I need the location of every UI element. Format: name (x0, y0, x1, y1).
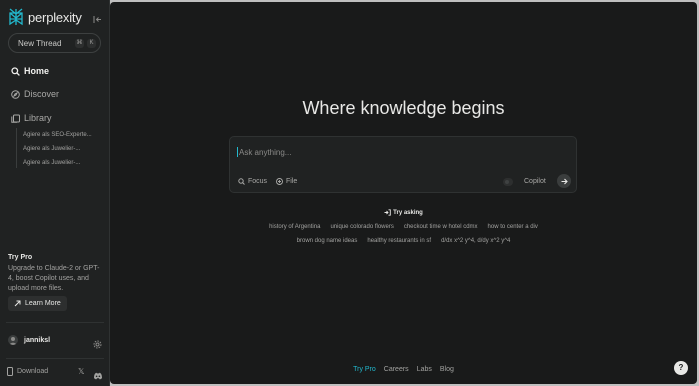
command-key-badge: ⌘ (75, 39, 84, 48)
footer-link-blog[interactable]: Blog (440, 366, 454, 373)
sign-in-arrow-icon (384, 209, 391, 216)
username: janniksl (24, 336, 51, 344)
perplexity-logo-icon (9, 8, 23, 26)
try-pro-text: Upgrade to Claude-2 or GPT-4, boost Copi… (8, 265, 100, 292)
avatar (8, 335, 18, 345)
compass-icon (11, 89, 20, 99)
search-input[interactable]: Ask anything... (239, 148, 291, 157)
arrow-up-right-icon (14, 300, 21, 307)
search-box[interactable]: Ask anything... Focus File Copilot (229, 136, 577, 193)
library-item[interactable]: Agiere als Juwelier-... (23, 146, 80, 152)
plus-circle-icon (276, 178, 283, 185)
sidebar-divider (6, 358, 104, 359)
suggestion-chip[interactable]: history of Argentina (269, 224, 320, 230)
k-key-badge: K (87, 39, 96, 48)
footer-link-try-pro[interactable]: Try Pro (353, 366, 376, 373)
logo[interactable]: perplexity (8, 8, 82, 26)
download-label: Download (17, 368, 49, 375)
main-panel: Where knowledge begins Ask anything... F… (110, 2, 697, 384)
try-asking-heading: Try asking (110, 209, 697, 216)
arrow-right-icon (561, 178, 568, 184)
suggestion-chip[interactable]: brown dog name ideas (297, 238, 358, 244)
footer-links: Try Pro Careers Labs Blog (110, 366, 697, 373)
device-icon (7, 367, 13, 376)
nav-library[interactable]: Library (11, 113, 52, 123)
download-link[interactable]: Download (7, 367, 48, 376)
new-thread-label: New Thread (18, 38, 62, 48)
copilot-toggle[interactable] (503, 178, 513, 186)
nav-home[interactable]: Home (11, 66, 49, 76)
nav-discover-label: Discover (24, 89, 60, 99)
x-twitter-icon[interactable]: 𝕏 (78, 367, 84, 376)
sidebar: perplexity New Thread ⌘ K Home Discover … (0, 0, 110, 386)
sidebar-divider (6, 322, 104, 323)
try-pro-title: Try Pro (8, 254, 33, 261)
focus-label: Focus (248, 178, 268, 185)
library-item[interactable]: Agiere als SEO-Experte... (23, 132, 92, 138)
library-tree-line (16, 128, 17, 168)
focus-button[interactable]: Focus (238, 178, 267, 185)
attach-file-button[interactable]: File (276, 178, 297, 185)
suggestions-row: brown dog name ideas healthy restaurants… (110, 238, 697, 244)
learn-more-button[interactable]: Learn More (8, 296, 67, 311)
suggestion-chip[interactable]: healthy restaurants in sf (367, 238, 431, 244)
suggestion-chip[interactable]: unique colorado flowers (330, 224, 393, 230)
nav-discover[interactable]: Discover (11, 89, 59, 99)
suggestion-chip[interactable]: checkout time w hotel cdmx (404, 224, 478, 230)
footer-link-careers[interactable]: Careers (384, 366, 409, 373)
footer-link-labs[interactable]: Labs (417, 366, 432, 373)
discord-icon[interactable] (93, 367, 103, 385)
nav-home-label: Home (24, 66, 50, 76)
library-item[interactable]: Agiere als Juwelier-... (23, 160, 80, 166)
suggestions-row: history of Argentina unique colorado flo… (110, 224, 697, 230)
help-button[interactable]: ? (674, 361, 688, 375)
submit-button[interactable] (557, 174, 571, 188)
page-title: Where knowledge begins (302, 98, 505, 118)
learn-more-label: Learn More (25, 300, 61, 307)
search-icon (238, 178, 245, 185)
app-name: perplexity (28, 9, 82, 25)
copilot-label: Copilot (524, 178, 546, 185)
gear-icon[interactable] (93, 336, 102, 354)
collapse-sidebar-icon[interactable] (93, 11, 102, 29)
new-thread-button[interactable]: New Thread ⌘ K (8, 33, 101, 53)
file-label: File (286, 178, 298, 185)
suggestion-chip[interactable]: d/dx x^2 y^4, d/dy x^2 y^4 (441, 238, 510, 244)
search-icon (11, 66, 20, 76)
suggestion-chip[interactable]: how to center a div (488, 224, 538, 230)
text-cursor (237, 147, 238, 157)
nav-library-label: Library (24, 113, 52, 123)
user-profile[interactable]: janniksl (8, 335, 50, 345)
library-icon (11, 114, 20, 123)
try-asking-label: Try asking (393, 209, 423, 216)
